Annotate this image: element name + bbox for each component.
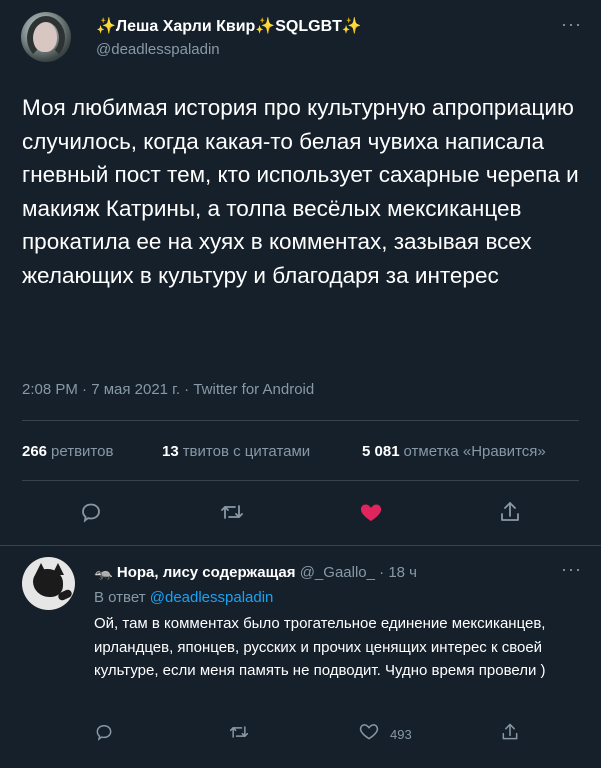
reply-more-options-icon[interactable]: ··· bbox=[561, 559, 582, 580]
likes-stat[interactable]: 5 081 отметка «Нравится» bbox=[362, 443, 546, 460]
reply-header: 🦡 Нора, лису содержащая @_Gaallo_ · 18 ч bbox=[94, 563, 417, 581]
like-icon[interactable] bbox=[358, 500, 384, 524]
retweets-label: ретвитов bbox=[51, 443, 114, 460]
tweet-text: Моя любимая история про культурную апроп… bbox=[22, 95, 579, 288]
reply-like-icon[interactable] bbox=[358, 722, 380, 747]
likes-label: отметка «Нравится» bbox=[403, 443, 546, 460]
divider bbox=[22, 480, 579, 481]
quotes-stat[interactable]: 13 твитов с цитатами bbox=[162, 443, 310, 460]
share-icon[interactable] bbox=[498, 500, 522, 524]
quotes-count: 13 bbox=[162, 443, 179, 460]
author-avatar[interactable] bbox=[21, 12, 71, 62]
author-handle[interactable]: @deadlesspaladin bbox=[96, 41, 220, 58]
reply-author-name[interactable]: Нора, лису содержащая bbox=[117, 564, 296, 581]
author-name[interactable]: ✨Леша Харли Квир✨SQLGBT✨ bbox=[96, 16, 362, 36]
divider bbox=[0, 545, 601, 546]
quotes-label: твитов с цитатами bbox=[182, 443, 311, 460]
retweets-stat[interactable]: 266 ретвитов bbox=[22, 443, 113, 460]
reply-author-avatar[interactable] bbox=[22, 557, 75, 610]
retweets-count: 266 bbox=[22, 443, 48, 460]
reply-author-handle[interactable]: @_Gaallo_ bbox=[300, 564, 375, 581]
reply-like-count: 493 bbox=[390, 727, 412, 742]
reply-reply-icon[interactable] bbox=[94, 722, 114, 747]
reply-text: Ой, там в комментах было трогательное ед… bbox=[94, 615, 546, 679]
reply-author-emoji: 🦡 bbox=[94, 564, 113, 581]
reply-icon[interactable] bbox=[79, 500, 103, 524]
retweet-icon[interactable] bbox=[219, 500, 245, 524]
reply-time[interactable]: · 18 ч bbox=[379, 564, 417, 581]
more-options-icon[interactable]: ··· bbox=[561, 14, 582, 35]
reply-share-icon[interactable] bbox=[500, 722, 520, 747]
reply-to-handle[interactable]: @deadlesspaladin bbox=[150, 589, 274, 606]
likes-count: 5 081 bbox=[362, 443, 400, 460]
reply-to-line: В ответ @deadlesspaladin bbox=[94, 589, 273, 606]
tweet-meta[interactable]: 2:08 PM · 7 мая 2021 г. · Twitter for An… bbox=[22, 381, 314, 398]
reply-retweet-icon[interactable] bbox=[228, 722, 250, 747]
reply-to-prefix: В ответ bbox=[94, 589, 146, 606]
divider bbox=[22, 420, 579, 421]
